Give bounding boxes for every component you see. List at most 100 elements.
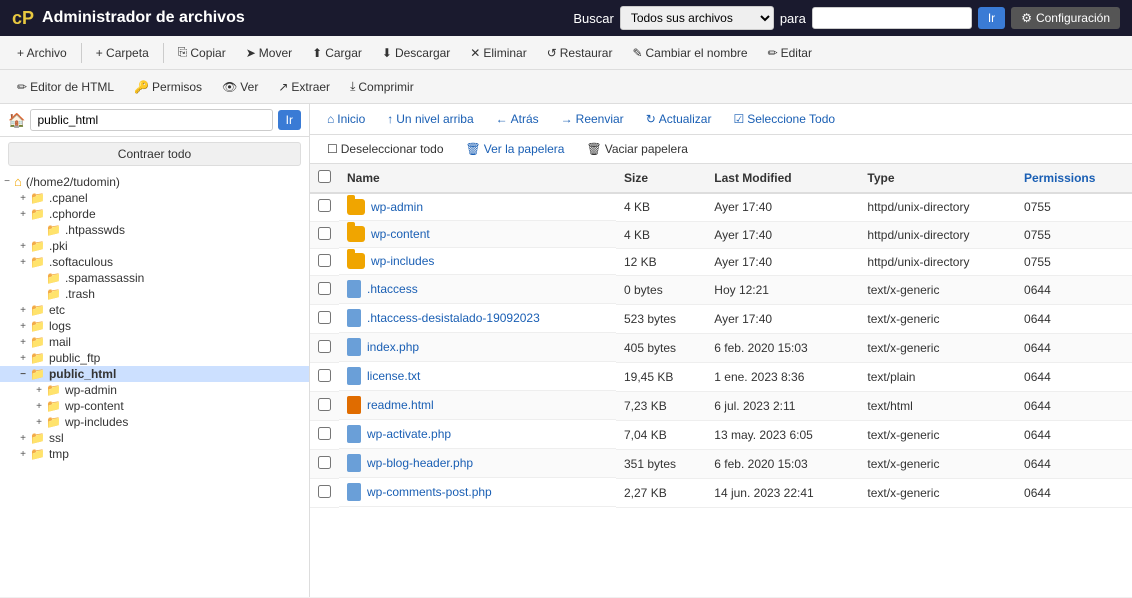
extract-icon: ↗	[278, 80, 288, 94]
view-trash-button[interactable]: 🗑 Ver la papelera	[457, 139, 574, 159]
nav-inicio-button[interactable]: ⌂ Inicio	[318, 109, 374, 129]
collapse-all-button[interactable]: Contraer todo	[8, 142, 301, 166]
file-name[interactable]: wp-includes	[371, 254, 434, 268]
table-row[interactable]: wp-blog-header.php351 bytes6 feb. 2020 1…	[310, 449, 1132, 478]
table-row[interactable]: wp-comments-post.php2,27 KB14 jun. 2023 …	[310, 478, 1132, 507]
tree-item[interactable]: −📁public_html	[0, 366, 309, 382]
tree-item[interactable]: 📁.htpasswds	[0, 222, 309, 238]
folder-icon: 📁	[46, 271, 61, 285]
row-checkbox[interactable]	[318, 199, 331, 212]
path-bar: 🏠 Ir	[0, 104, 309, 137]
file-name[interactable]: wp-admin	[371, 200, 423, 214]
tree-item-label: wp-content	[65, 399, 124, 413]
search-input[interactable]	[812, 7, 972, 29]
row-checkbox[interactable]	[318, 282, 331, 295]
file-name[interactable]: .htaccess-desistalado-19092023	[367, 311, 540, 325]
tree-item[interactable]: +📁tmp	[0, 446, 309, 462]
col-permissions: Permissions	[1016, 164, 1132, 193]
row-checkbox[interactable]	[318, 254, 331, 267]
permissions-icon: 🔑	[134, 80, 149, 94]
tree-item[interactable]: +📁.cpanel	[0, 190, 309, 206]
file-name[interactable]: .htaccess	[367, 282, 418, 296]
file-name[interactable]: wp-content	[371, 227, 430, 241]
table-row[interactable]: .htaccess-desistalado-19092023523 bytesA…	[310, 304, 1132, 333]
tree-item[interactable]: +📁ssl	[0, 430, 309, 446]
extract-button[interactable]: ↗ Extraer	[269, 76, 339, 98]
table-row[interactable]: .htaccess0 bytesHoy 12:21text/x-generic0…	[310, 275, 1132, 304]
new-file-button[interactable]: + Archivo	[8, 42, 76, 64]
table-row[interactable]: license.txt19,45 KB1 ene. 2023 8:36text/…	[310, 362, 1132, 391]
table-row[interactable]: wp-activate.php7,04 KB13 may. 2023 6:05t…	[310, 420, 1132, 449]
html-editor-button[interactable]: ✏ Editor de HTML	[8, 76, 123, 98]
row-checkbox[interactable]	[318, 227, 331, 240]
tree-item[interactable]: +📁.pki	[0, 238, 309, 254]
table-row[interactable]: wp-content4 KBAyer 17:40httpd/unix-direc…	[310, 221, 1132, 248]
nav-back-button[interactable]: ← Atrás	[487, 109, 548, 129]
row-checkbox[interactable]	[318, 456, 331, 469]
deselect-all-button[interactable]: ☐ Deseleccionar todo	[318, 139, 453, 159]
select-all-checkbox[interactable]	[318, 170, 331, 183]
row-checkbox[interactable]	[318, 485, 331, 498]
file-name[interactable]: wp-comments-post.php	[367, 485, 492, 499]
config-button[interactable]: ⚙ Configuración	[1011, 7, 1120, 29]
download-button[interactable]: ⬇ Descargar	[373, 42, 459, 64]
permissions-button[interactable]: 🔑 Permisos	[125, 76, 211, 98]
tree-item[interactable]: 📁.trash	[0, 286, 309, 302]
row-checkbox[interactable]	[318, 311, 331, 324]
rename-button[interactable]: ✎ Cambiar el nombre	[623, 42, 756, 64]
move-button[interactable]: ➤ Mover	[237, 42, 301, 64]
search-go-button[interactable]: Ir	[978, 7, 1005, 29]
delete-button[interactable]: ✕ Eliminar	[461, 42, 535, 64]
tree-root-label: (/home2/tudomin)	[26, 175, 120, 189]
path-input[interactable]	[30, 109, 272, 131]
tree-item[interactable]: +📁.softaculous	[0, 254, 309, 270]
tree-item[interactable]: +📁wp-admin	[0, 382, 309, 398]
tree-item[interactable]: 📁.spamassassin	[0, 270, 309, 286]
file-permissions: 0644	[1016, 304, 1132, 333]
toolbar-row-2: ✏ Editor de HTML 🔑 Permisos 👁 Ver ↗ Extr…	[0, 70, 1132, 104]
tree-item[interactable]: +📁public_ftp	[0, 350, 309, 366]
path-go-button[interactable]: Ir	[278, 110, 301, 130]
new-folder-button[interactable]: + Carpeta	[87, 42, 158, 64]
nav-forward-button[interactable]: → Reenviar	[552, 109, 633, 129]
compress-button[interactable]: ⤓ Comprimir	[341, 75, 423, 98]
file-name[interactable]: license.txt	[367, 369, 420, 383]
copy-button[interactable]: ⎘ Copiar	[169, 41, 235, 64]
table-row[interactable]: wp-includes12 KBAyer 17:40httpd/unix-dir…	[310, 248, 1132, 275]
search-scope-select[interactable]: Todos sus archivos Solo en este director…	[620, 6, 774, 30]
nav-select-all-button[interactable]: ☑ Seleccione Todo	[724, 109, 844, 129]
tree-item[interactable]: +📁logs	[0, 318, 309, 334]
nav-up-button[interactable]: ↑ Un nivel arriba	[378, 109, 482, 129]
restore-button[interactable]: ↺ Restaurar	[538, 42, 622, 64]
tree-item[interactable]: +📁mail	[0, 334, 309, 350]
tree-root-item[interactable]: − ⌂ (/home2/tudomin)	[0, 173, 309, 190]
table-row[interactable]: index.php405 bytes6 feb. 2020 15:03text/…	[310, 333, 1132, 362]
nav-refresh-button[interactable]: ↻ Actualizar	[637, 109, 721, 129]
download-icon: ⬇	[382, 46, 392, 60]
row-checkbox[interactable]	[318, 398, 331, 411]
tree-item[interactable]: +📁wp-content	[0, 398, 309, 414]
view-button[interactable]: 👁 Ver	[213, 76, 267, 98]
file-name[interactable]: readme.html	[367, 398, 434, 412]
file-name[interactable]: index.php	[367, 340, 419, 354]
edit-button[interactable]: ✏ Editar	[759, 42, 821, 64]
file-name[interactable]: wp-activate.php	[367, 427, 451, 441]
doc-file-icon	[347, 338, 361, 356]
file-modified: 13 may. 2023 6:05	[706, 420, 859, 449]
tree-item-label: wp-includes	[65, 415, 128, 429]
col-checkbox	[310, 164, 339, 193]
upload-button[interactable]: ⬆ Cargar	[303, 42, 371, 64]
table-row[interactable]: readme.html7,23 KB6 jul. 2023 2:11text/h…	[310, 391, 1132, 420]
file-permissions: 0644	[1016, 275, 1132, 304]
tree-item[interactable]: +📁wp-includes	[0, 414, 309, 430]
inicio-icon: ⌂	[327, 112, 334, 126]
tree-item[interactable]: +📁etc	[0, 302, 309, 318]
row-checkbox[interactable]	[318, 369, 331, 382]
empty-trash-button[interactable]: 🗑 Vaciar papelera	[577, 139, 696, 159]
table-row[interactable]: wp-admin4 KBAyer 17:40httpd/unix-directo…	[310, 193, 1132, 221]
file-name[interactable]: wp-blog-header.php	[367, 456, 473, 470]
up-icon: ↑	[387, 112, 393, 126]
row-checkbox[interactable]	[318, 427, 331, 440]
tree-item[interactable]: +📁.cphorde	[0, 206, 309, 222]
row-checkbox[interactable]	[318, 340, 331, 353]
